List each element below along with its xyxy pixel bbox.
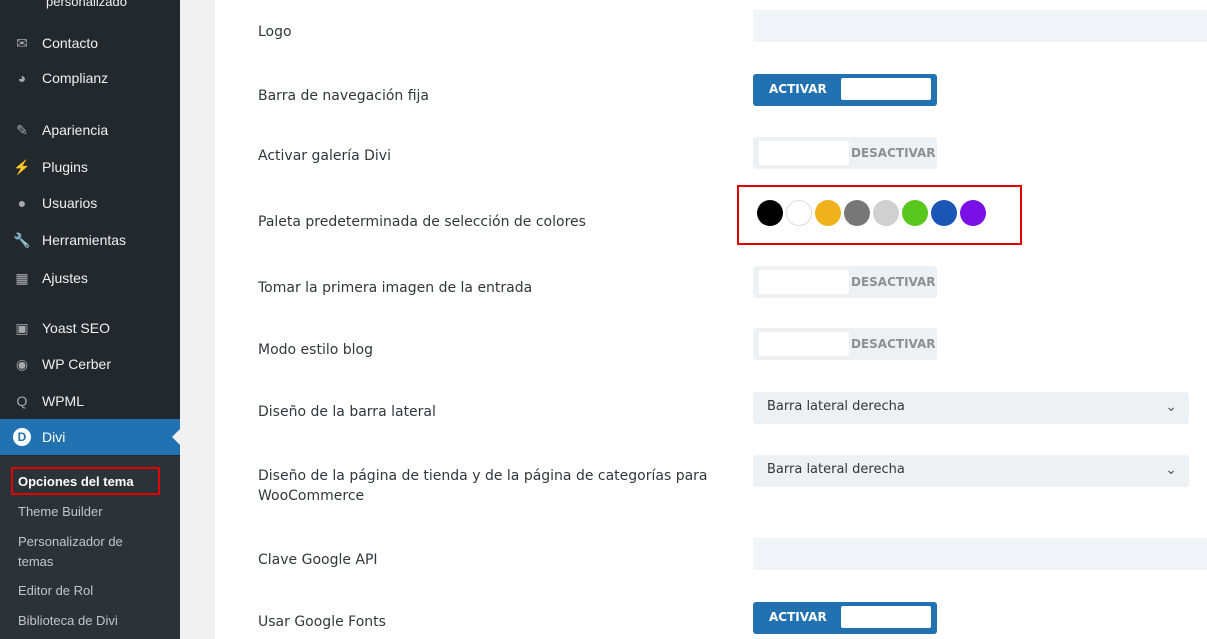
label-shop-layout-line1: Diseño de la página de tienda y de la pá… bbox=[258, 468, 708, 484]
gallery-toggle[interactable]: DESACTIVAR bbox=[753, 137, 937, 169]
menu-label: Plugins bbox=[42, 159, 88, 175]
toggle-label: DESACTIVAR bbox=[851, 337, 936, 351]
toggle-knob bbox=[841, 78, 931, 100]
menu-label: Yoast SEO bbox=[42, 320, 110, 336]
complianz-icon: ◕ bbox=[17, 70, 27, 86]
menu-label: WPML bbox=[42, 393, 84, 409]
menu-ajustes[interactable]: ▦ Ajustes bbox=[0, 260, 180, 296]
label-google-api: Clave Google API bbox=[258, 552, 378, 568]
menu-usuarios[interactable]: ● Usuarios bbox=[0, 185, 180, 221]
submenu-theme-builder[interactable]: Theme Builder bbox=[18, 503, 103, 521]
submenu-editor-de-rol[interactable]: Editor de Rol bbox=[18, 582, 93, 600]
menu-contacto[interactable]: ✉ Contacto bbox=[0, 25, 180, 61]
google-api-input[interactable] bbox=[753, 538, 1207, 570]
toggle-knob bbox=[759, 332, 849, 356]
menu-label: WP Cerber bbox=[42, 356, 111, 372]
label-first-image: Tomar la primera imagen de la entrada bbox=[258, 280, 533, 296]
wrench-icon: 🔧 bbox=[13, 231, 31, 248]
theme-options-panel: Logo Barra de navegación fija ACTIVAR Ac… bbox=[215, 0, 1207, 639]
envelope-icon: ✉ bbox=[16, 34, 28, 51]
select-value: Barra lateral derecha bbox=[767, 399, 905, 414]
menu-herramientas[interactable]: 🔧 Herramientas bbox=[0, 222, 180, 258]
label-logo: Logo bbox=[258, 24, 292, 40]
toggle-knob bbox=[841, 606, 931, 628]
menu-complianz[interactable]: ◕ Complianz bbox=[0, 60, 180, 96]
menu-yoast[interactable]: ▣ Yoast SEO bbox=[0, 310, 180, 346]
logo-input[interactable] bbox=[753, 10, 1207, 42]
label-sidebar-layout: Diseño de la barra lateral bbox=[258, 404, 436, 420]
plugin-icon: ⚡ bbox=[13, 158, 31, 175]
menu-label: Divi bbox=[42, 429, 66, 445]
chevron-down-icon: ⌄ bbox=[1165, 461, 1177, 477]
menu-wpml[interactable]: Q WPML bbox=[0, 383, 180, 419]
wpml-icon: Q bbox=[16, 393, 28, 409]
toggle-knob bbox=[759, 270, 849, 294]
cerber-icon: ◉ bbox=[15, 355, 29, 372]
label-blog-mode: Modo estilo blog bbox=[258, 342, 373, 358]
yoast-icon: ▣ bbox=[15, 319, 29, 336]
users-icon: ● bbox=[17, 195, 27, 211]
cut-off-menu-label[interactable]: personalizado bbox=[46, 0, 127, 9]
divi-icon: D bbox=[12, 427, 32, 447]
google-fonts-toggle[interactable]: ACTIVAR bbox=[753, 602, 937, 634]
admin-sidebar: personalizado ✉ Contacto ◕ Complianz ✎ A… bbox=[0, 0, 180, 639]
toggle-label: ACTIVAR bbox=[769, 610, 827, 624]
menu-wp-cerber[interactable]: ◉ WP Cerber bbox=[0, 346, 180, 382]
toggle-knob bbox=[759, 141, 849, 165]
menu-label: Complianz bbox=[42, 70, 109, 86]
label-google-fonts: Usar Google Fonts bbox=[258, 614, 386, 630]
toggle-label: DESACTIVAR bbox=[851, 275, 936, 289]
sidebar-layout-select[interactable]: Barra lateral derecha ⌄ bbox=[753, 392, 1189, 424]
label-gallery: Activar galería Divi bbox=[258, 148, 391, 164]
label-palette: Paleta predeterminada de selección de co… bbox=[258, 214, 586, 230]
submenu-personalizador-line1[interactable]: Personalizador de bbox=[18, 533, 123, 551]
toggle-label: ACTIVAR bbox=[769, 82, 827, 96]
fixed-nav-toggle[interactable]: ACTIVAR bbox=[753, 74, 937, 106]
first-image-toggle[interactable]: DESACTIVAR bbox=[753, 266, 937, 298]
shop-layout-select[interactable]: Barra lateral derecha ⌄ bbox=[753, 455, 1189, 487]
menu-apariencia[interactable]: ✎ Apariencia bbox=[0, 112, 180, 148]
highlight-box-opciones bbox=[11, 467, 160, 495]
menu-label: Usuarios bbox=[42, 195, 98, 211]
menu-label: Herramientas bbox=[42, 232, 127, 248]
label-shop-layout-line2: WooCommerce bbox=[258, 488, 365, 504]
blog-mode-toggle[interactable]: DESACTIVAR bbox=[753, 328, 937, 360]
chevron-down-icon: ⌄ bbox=[1165, 398, 1177, 414]
menu-label: Contacto bbox=[42, 35, 99, 51]
label-fixed-nav: Barra de navegación fija bbox=[258, 88, 430, 104]
menu-divi[interactable]: D Divi bbox=[0, 419, 180, 455]
menu-label: Ajustes bbox=[42, 270, 88, 286]
submenu-personalizador-line2[interactable]: temas bbox=[18, 553, 53, 571]
select-value: Barra lateral derecha bbox=[767, 462, 905, 477]
highlight-box-palette bbox=[737, 185, 1022, 245]
menu-label: Apariencia bbox=[42, 122, 109, 138]
submenu-biblioteca-divi[interactable]: Biblioteca de Divi bbox=[18, 612, 118, 630]
paintbrush-icon: ✎ bbox=[16, 121, 28, 138]
divi-logo-letter: D bbox=[13, 428, 31, 446]
settings-icon: ▦ bbox=[15, 269, 29, 286]
menu-plugins[interactable]: ⚡ Plugins bbox=[0, 149, 180, 185]
toggle-label: DESACTIVAR bbox=[851, 146, 936, 160]
